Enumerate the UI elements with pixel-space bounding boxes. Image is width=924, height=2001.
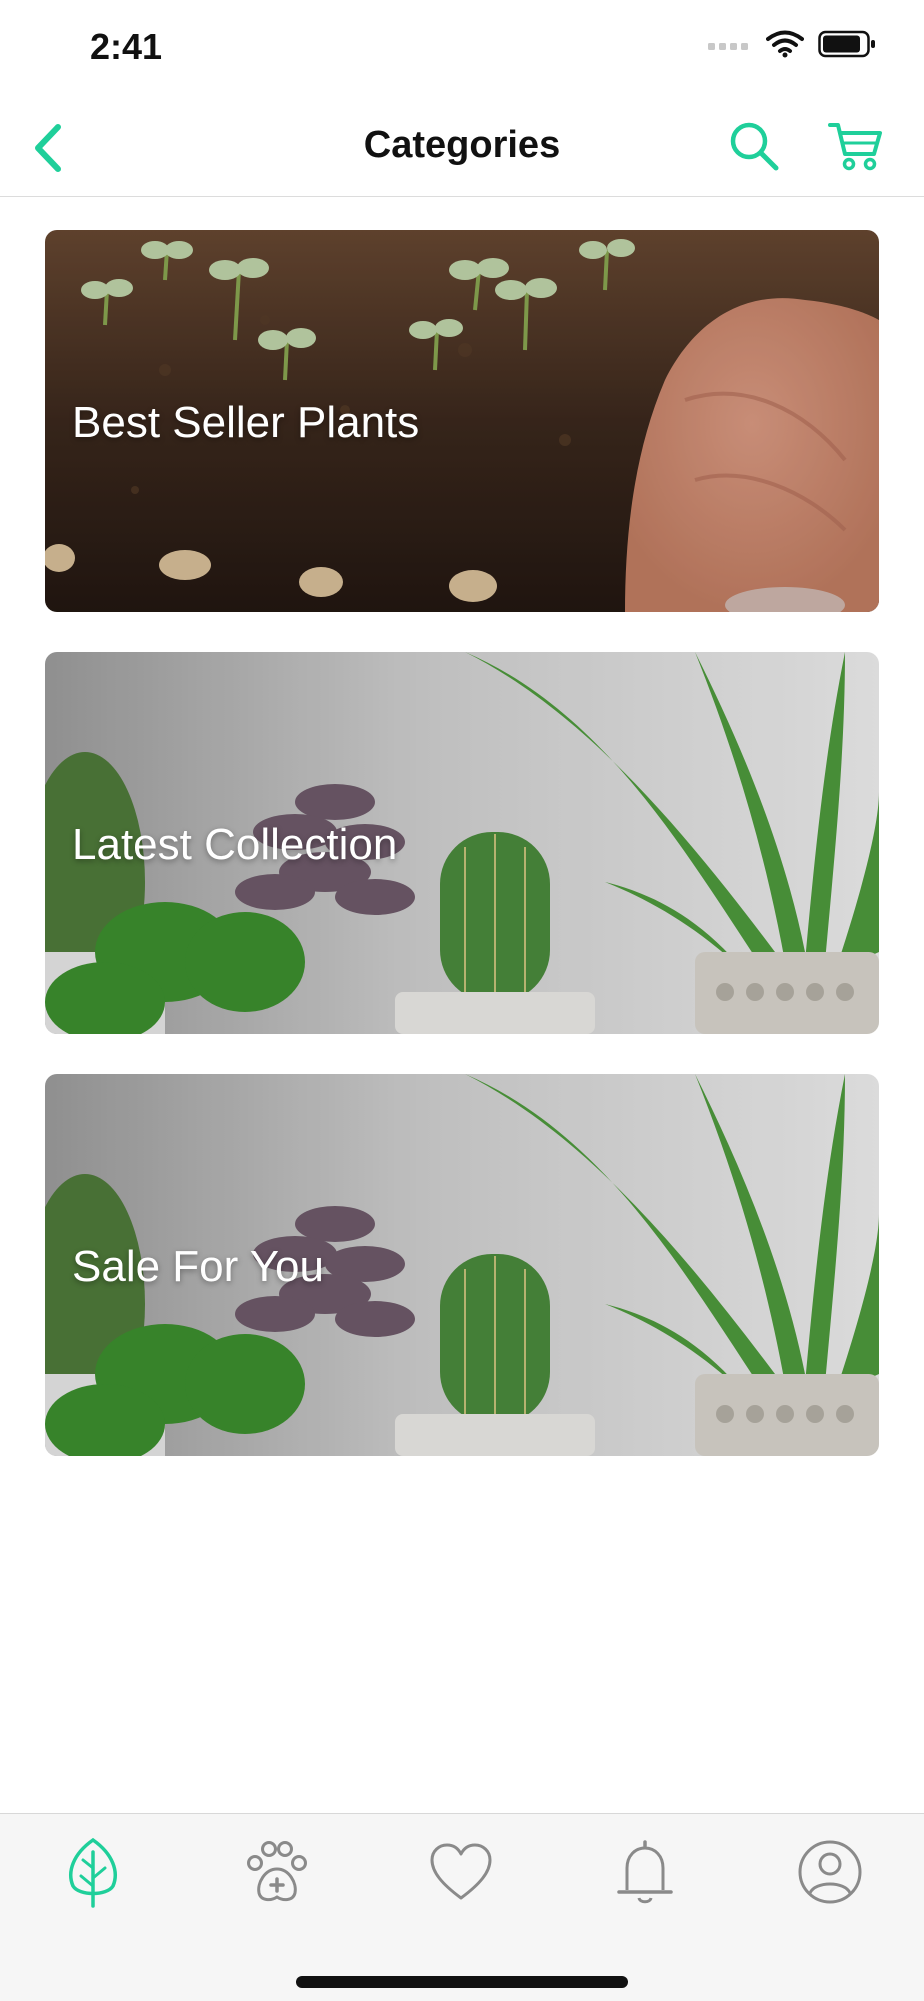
status-bar: 2:41	[0, 0, 924, 100]
category-label: Latest Collection	[72, 820, 398, 869]
status-icons	[708, 30, 876, 58]
tab-favorites[interactable]	[425, 1836, 497, 1908]
profile-icon	[798, 1840, 862, 1904]
category-list: Best Seller Plants Latest Collection Sal…	[45, 230, 879, 1496]
status-time: 2:41	[90, 26, 163, 67]
category-label: Best Seller Plants	[72, 398, 420, 447]
nav-bar: Categories	[0, 100, 924, 197]
tab-notifications[interactable]	[609, 1836, 681, 1908]
home-indicator	[296, 1976, 628, 1988]
tab-profile[interactable]	[794, 1836, 866, 1908]
cart-icon	[828, 123, 882, 171]
signal-icon	[708, 43, 748, 50]
tab-bar	[0, 1813, 924, 2001]
category-card-sale-for-you[interactable]: Sale For You	[45, 1074, 879, 1456]
category-card-latest-collection[interactable]: Latest Collection	[45, 652, 879, 1034]
category-label: Sale For You	[72, 1242, 324, 1291]
nav-actions	[726, 118, 884, 174]
search-icon	[730, 122, 779, 171]
tab-plants[interactable]	[57, 1836, 129, 1908]
leaf-icon	[69, 1837, 117, 1908]
bell-icon	[617, 1840, 673, 1904]
search-button[interactable]	[726, 118, 782, 174]
wifi-icon	[766, 30, 804, 58]
paw-care-icon	[247, 1841, 307, 1902]
cart-button[interactable]	[828, 118, 884, 174]
category-card-best-seller-plants[interactable]: Best Seller Plants	[45, 230, 879, 612]
battery-icon	[818, 30, 875, 58]
heart-icon	[430, 1843, 492, 1900]
tab-pet-care[interactable]	[241, 1836, 313, 1908]
